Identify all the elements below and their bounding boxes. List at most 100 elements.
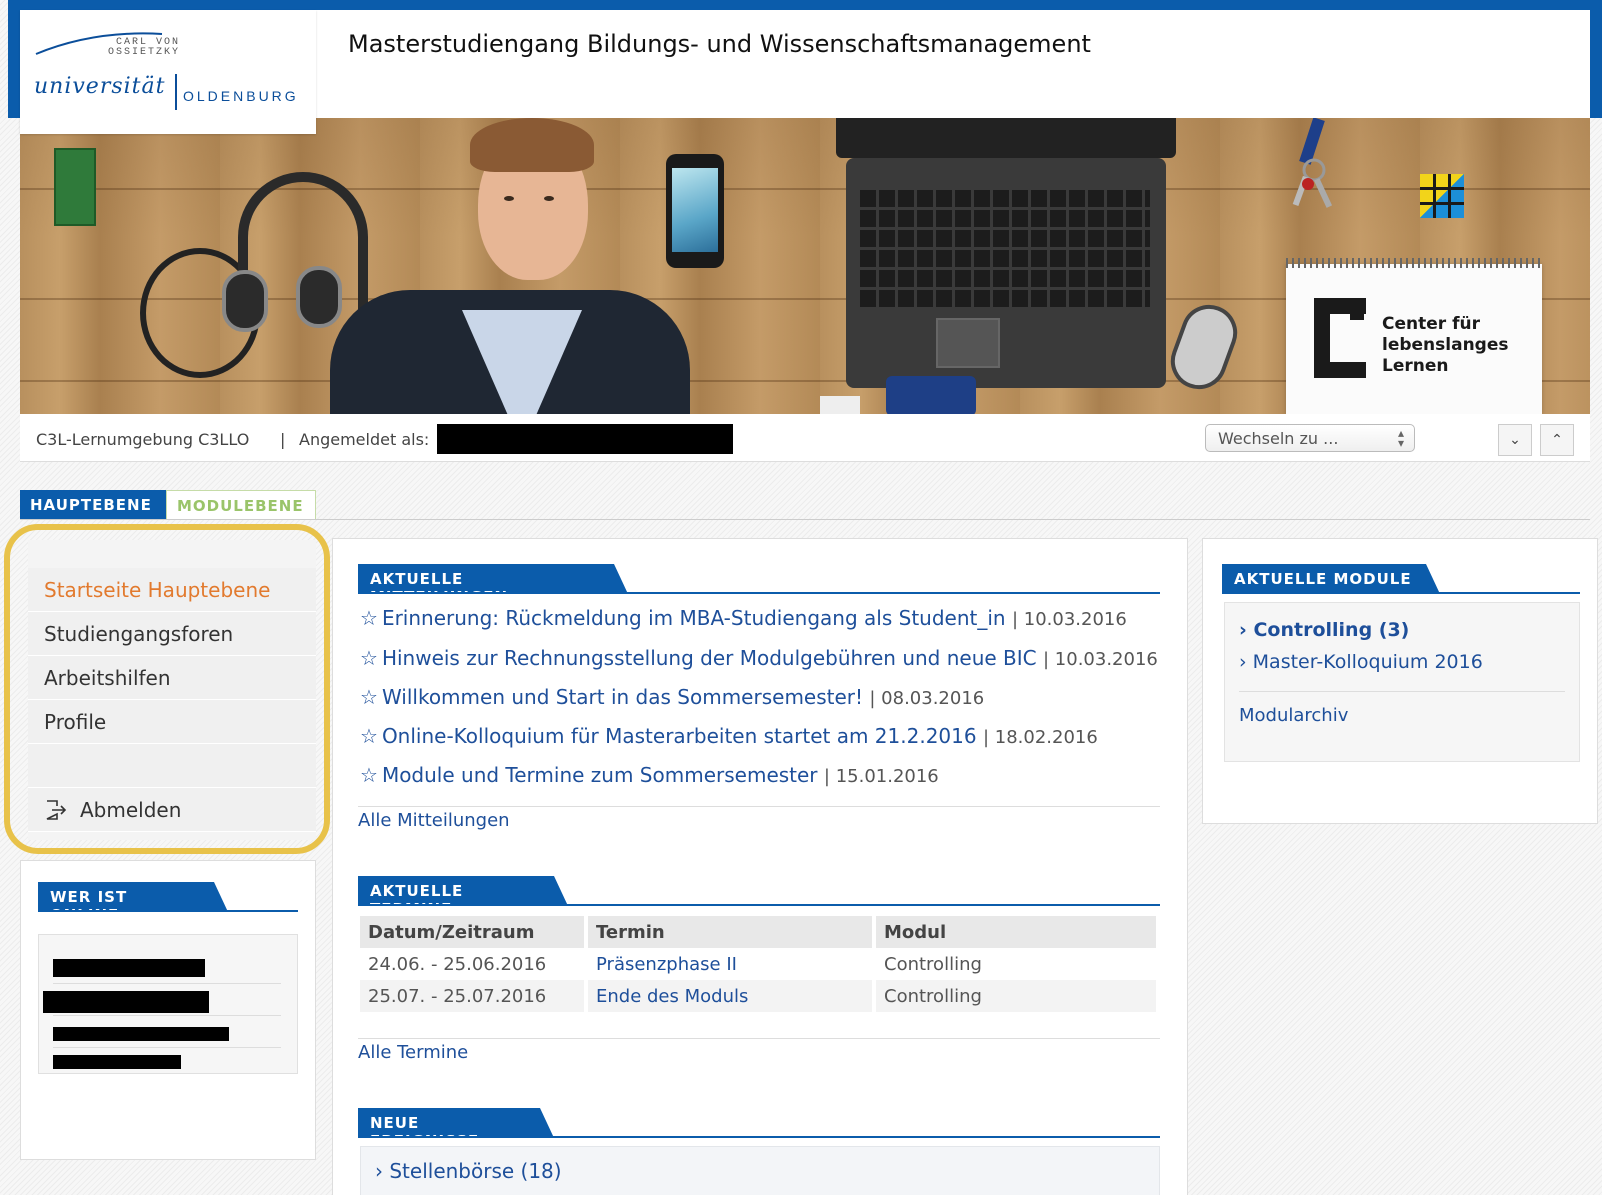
c3l-logo-tail xyxy=(1350,298,1364,320)
c3l-logo-line2: lebenslanges xyxy=(1382,335,1509,355)
logged-in-label: Angemeldet als: xyxy=(299,430,430,449)
person-hair xyxy=(470,118,594,172)
modules-divider xyxy=(1239,691,1565,692)
events-section-title: NEUE EREIGNISSE xyxy=(358,1108,540,1150)
laptop-keyboard-rows xyxy=(860,190,1150,310)
collapse-down-button[interactable]: ⌄ xyxy=(1498,424,1532,456)
c3l-logo-text: Center für lebenslanges Lernen xyxy=(1382,314,1509,377)
sidebar-item-empty xyxy=(28,744,316,788)
news-item[interactable]: ☆ Module und Termine zum Sommersemester |… xyxy=(360,763,939,787)
star-icon: ☆ xyxy=(360,724,378,748)
news-item[interactable]: ☆ Hinweis zur Rechnungsstellung der Modul… xyxy=(360,646,1158,670)
list-divider xyxy=(53,983,281,984)
table-row: 24.06. - 25.06.2016 Präsenzphase II Cont… xyxy=(360,948,1160,980)
term-link[interactable]: Ende des Moduls xyxy=(586,980,876,1012)
news-item[interactable]: ☆ Erinnerung: Rückmeldung im MBA-Studieng… xyxy=(360,606,1127,630)
module-item-controlling[interactable]: › Controlling (3) xyxy=(1239,619,1409,641)
terms-divider xyxy=(358,1038,1160,1039)
university-logo[interactable]: CARL VON OSSIETZKY universität OLDENBURG xyxy=(20,10,316,134)
switch-to-select[interactable]: Wechseln zu ... ▴ ▾ xyxy=(1205,424,1415,452)
chevron-right-icon: › xyxy=(1239,651,1247,673)
all-terms-link[interactable]: Alle Termine xyxy=(358,1042,468,1063)
news-item[interactable]: ☆ Online-Kolloquium für Masterarbeiten st… xyxy=(360,724,1098,748)
events-item-label: Stellenbörse (18) xyxy=(389,1159,562,1183)
collapse-up-button[interactable]: ⌃ xyxy=(1540,424,1574,456)
mouse-icon xyxy=(1162,297,1246,397)
logo-separator xyxy=(175,74,177,110)
logout-icon xyxy=(46,800,67,820)
module-item-master-kolloquium[interactable]: › Master-Kolloquium 2016 xyxy=(1239,651,1483,673)
column-header-term: Termin xyxy=(586,916,876,948)
modules-list: › Controlling (3) › Master-Kolloquium 20… xyxy=(1224,602,1580,762)
notepad-rings xyxy=(1286,258,1542,268)
keys-icon xyxy=(1292,158,1333,208)
redacted-online-user[interactable] xyxy=(43,991,209,1013)
events-item-stellenboerse[interactable]: › Stellenbörse (18) xyxy=(375,1159,562,1183)
term-date: 24.06. - 25.06.2016 xyxy=(360,948,588,980)
info-separator: | xyxy=(280,430,286,449)
logout-label: Abmelden xyxy=(80,798,182,822)
logo-oldenburg-text: OLDENBURG xyxy=(183,88,299,104)
news-item-date: | 08.03.2016 xyxy=(869,688,985,709)
module-item-label: Master-Kolloquium 2016 xyxy=(1252,651,1483,673)
section-rule xyxy=(358,904,1160,906)
module-archive-link[interactable]: Modularchiv xyxy=(1239,705,1348,726)
sidebar-item-studiengangsforen[interactable]: Studiengangsforen xyxy=(28,612,316,656)
news-item[interactable]: ☆ Willkommen und Start in das Sommersemes… xyxy=(360,685,984,709)
table-row: 25.07. - 25.07.2016 Ende des Moduls Cont… xyxy=(360,980,1160,1012)
right-brand-strip xyxy=(1590,0,1602,118)
person-eye xyxy=(544,196,554,201)
sidebar-item-abmelden[interactable]: Abmelden xyxy=(28,788,316,832)
environment-name: C3L-Lernumgebung C3LLO xyxy=(36,430,250,449)
sidebar-item-profile[interactable]: Profile xyxy=(28,700,316,744)
redacted-online-user[interactable] xyxy=(53,959,205,977)
top-brand-strip xyxy=(8,0,1602,10)
modules-section-title: AKTUELLE MODULE xyxy=(1222,564,1426,594)
star-icon: ☆ xyxy=(360,606,378,630)
section-rule xyxy=(358,592,1160,594)
news-item-title: Module und Termine zum Sommersemester xyxy=(381,763,818,787)
sidebar-item-arbeitshilfen[interactable]: Arbeitshilfen xyxy=(28,656,316,700)
switch-to-label: Wechseln zu ... xyxy=(1218,429,1339,448)
news-item-title: Online-Kolloquium für Masterarbeiten sta… xyxy=(381,724,977,748)
redacted-username xyxy=(437,424,733,454)
news-item-date: | 10.03.2016 xyxy=(1011,609,1127,630)
sidebar-item-startseite[interactable]: Startseite Hauptebene xyxy=(28,568,316,612)
section-rule xyxy=(1222,592,1580,594)
usb-device-icon xyxy=(886,376,976,414)
term-module: Controlling xyxy=(874,980,1160,1012)
usb-stick-white xyxy=(820,396,860,414)
section-rule xyxy=(358,1136,1160,1138)
laptop-touchpad xyxy=(936,318,1000,368)
circuit-board-icon xyxy=(54,148,96,226)
column-header-date: Datum/Zeitraum xyxy=(360,916,588,948)
terms-section-title: AKTUELLE TERMINE xyxy=(358,876,554,918)
star-icon: ☆ xyxy=(360,646,378,670)
headset-earcup-right xyxy=(296,266,342,328)
headset-earcup-left xyxy=(222,270,268,332)
person-eye xyxy=(504,196,514,201)
smartphone-screen xyxy=(672,168,718,252)
term-link[interactable]: Präsenzphase II xyxy=(586,948,876,980)
term-date: 25.07. - 25.07.2016 xyxy=(360,980,588,1012)
chevron-right-icon: › xyxy=(375,1159,383,1183)
redacted-online-user[interactable] xyxy=(53,1055,181,1069)
online-section-title: WER IST ONLINE xyxy=(38,882,214,924)
site-title: Masterstudiengang Bildungs- und Wissensc… xyxy=(348,30,1091,58)
star-icon: ☆ xyxy=(360,685,378,709)
select-arrows-icon: ▴ ▾ xyxy=(1397,426,1404,450)
left-brand-strip xyxy=(8,0,20,118)
tab-modulebene[interactable]: MODULEBENE xyxy=(166,490,316,520)
events-list: › Stellenbörse (18) xyxy=(360,1146,1160,1195)
info-bar: C3L-Lernumgebung C3LLO | Angemeldet als:… xyxy=(20,414,1590,462)
all-news-link[interactable]: Alle Mitteilungen xyxy=(358,810,510,831)
sidebar-nav: Startseite Hauptebene Studiengangsforen … xyxy=(28,540,316,840)
redacted-online-user[interactable] xyxy=(53,1027,229,1041)
section-rule xyxy=(38,910,298,912)
tab-divider xyxy=(20,519,1590,520)
tab-hauptebene[interactable]: HAUPTEBENE xyxy=(20,490,166,520)
terms-table: Datum/Zeitraum Termin Modul 24.06. - 25.… xyxy=(360,916,1160,1012)
table-header-row: Datum/Zeitraum Termin Modul xyxy=(360,916,1160,948)
banner-illustration: Center für lebenslanges Lernen xyxy=(20,118,1590,414)
rubiks-cube-icon xyxy=(1420,174,1464,218)
